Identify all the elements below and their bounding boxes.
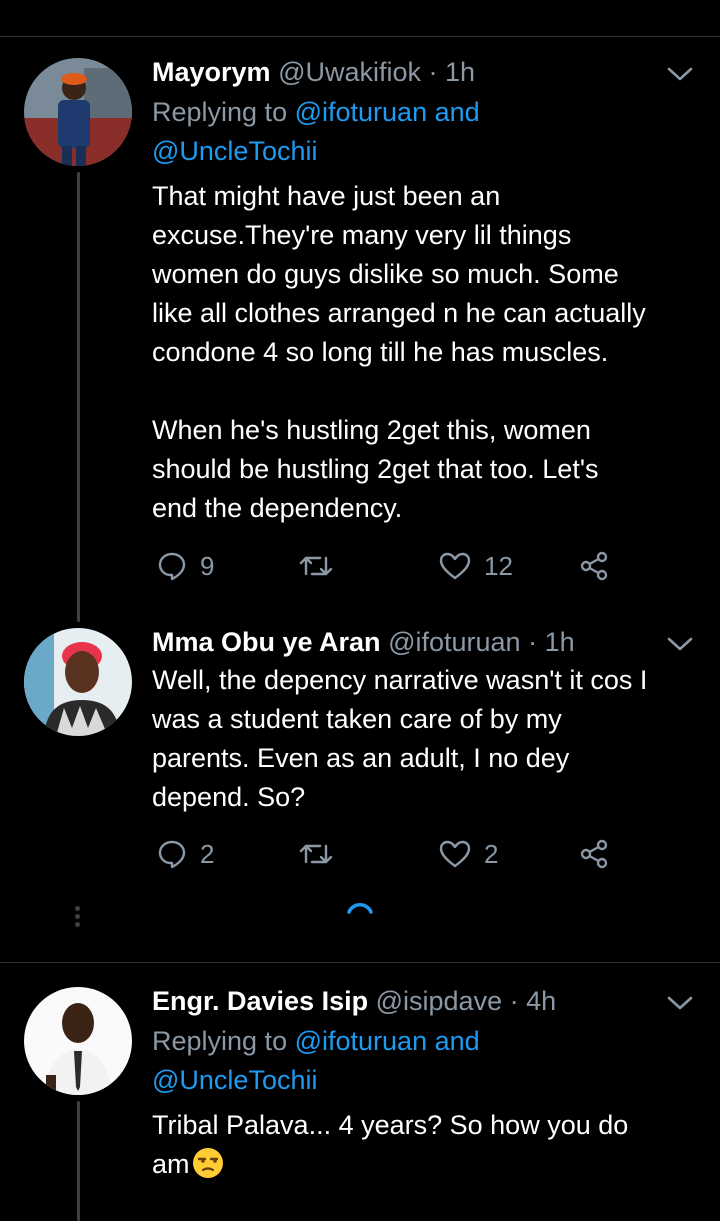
mention-link[interactable]: @UncleTochii: [152, 136, 317, 166]
tweet-actions: 2 2: [152, 834, 622, 874]
reply-button[interactable]: 2: [156, 834, 214, 874]
chevron-down-icon[interactable]: [664, 62, 696, 86]
share-icon: [578, 550, 610, 582]
share-button[interactable]: [578, 546, 610, 586]
chevron-down-icon[interactable]: [664, 632, 696, 656]
retweet-button[interactable]: [298, 546, 334, 586]
replying-prefix: Replying to: [152, 1026, 288, 1056]
mention-link[interactable]: @ifoturuan and: [295, 97, 480, 127]
chevron-down-icon[interactable]: [664, 991, 696, 1015]
mention-link[interactable]: @ifoturuan and: [295, 1026, 480, 1056]
like-count: 2: [484, 838, 499, 869]
avatar[interactable]: [24, 58, 132, 166]
timestamp: 4h: [526, 986, 557, 1016]
tweet-header: Mma Obu ye Aran @ifoturuan · 1h: [152, 622, 575, 662]
reply-icon: [156, 838, 188, 870]
tweet-text: That might have just been an excuse.They…: [152, 181, 646, 523]
reply-icon: [156, 550, 188, 582]
mention-link[interactable]: @UncleTochii: [152, 1065, 317, 1095]
like-button[interactable]: 2: [438, 834, 498, 874]
retweet-icon: [298, 550, 334, 582]
unamused-face-emoji: [192, 1147, 224, 1190]
display-name[interactable]: Engr. Davies Isip: [152, 986, 368, 1016]
reply-count: 2: [200, 838, 215, 869]
replying-to: Replying to @ifoturuan and @UncleTochii: [152, 93, 692, 171]
retweet-button[interactable]: [298, 834, 334, 874]
tweet-mayorym[interactable]: Mayorym @Uwakifiok · 1h Replying to @ifo…: [0, 52, 720, 622]
heart-icon: [438, 838, 472, 870]
like-count: 12: [484, 550, 513, 581]
replying-to: Replying to @ifoturuan and @UncleTochii: [152, 1022, 692, 1100]
user-handle[interactable]: @isipdave: [376, 986, 502, 1016]
replying-prefix: Replying to: [152, 97, 288, 127]
section-divider: [0, 962, 720, 963]
tweet-mma-obu[interactable]: Mma Obu ye Aran @ifoturuan · 1h Well, th…: [0, 624, 720, 894]
timestamp: 1h: [445, 57, 476, 87]
reply-count: 9: [200, 550, 215, 581]
user-handle[interactable]: @Uwakifiok: [278, 57, 421, 87]
tweet-engr-davies[interactable]: Engr. Davies Isip @isipdave · 4h Replyin…: [0, 981, 720, 1221]
avatar[interactable]: [24, 628, 132, 736]
tweet-actions: 9 12: [152, 546, 622, 586]
avatar[interactable]: [24, 987, 132, 1095]
separator: ·: [528, 627, 538, 657]
thread-line: [77, 172, 80, 622]
tweet-header: Engr. Davies Isip @isipdave · 4h: [152, 981, 556, 1021]
separator: ·: [509, 986, 519, 1016]
display-name[interactable]: Mma Obu ye Aran: [152, 627, 381, 657]
share-button[interactable]: [578, 834, 610, 874]
display-name[interactable]: Mayorym: [152, 57, 271, 87]
share-icon: [578, 838, 610, 870]
loading-spinner: [344, 898, 376, 930]
reply-button[interactable]: 9: [156, 546, 214, 586]
more-replies-dots[interactable]: [75, 906, 81, 930]
tweet-text: Well, the depency narrative wasn't it co…: [152, 665, 648, 812]
heart-icon: [438, 550, 472, 582]
tweet-text: Tribal Palava... 4 years? So how you do …: [152, 1106, 702, 1190]
thread-line: [77, 1101, 80, 1221]
separator: ·: [428, 57, 438, 87]
user-handle[interactable]: @ifoturuan: [388, 627, 520, 657]
timestamp: 1h: [544, 627, 575, 657]
like-button[interactable]: 12: [438, 546, 513, 586]
top-divider: [0, 36, 720, 37]
tweet-header: Mayorym @Uwakifiok · 1h: [152, 52, 475, 92]
retweet-icon: [298, 838, 334, 870]
